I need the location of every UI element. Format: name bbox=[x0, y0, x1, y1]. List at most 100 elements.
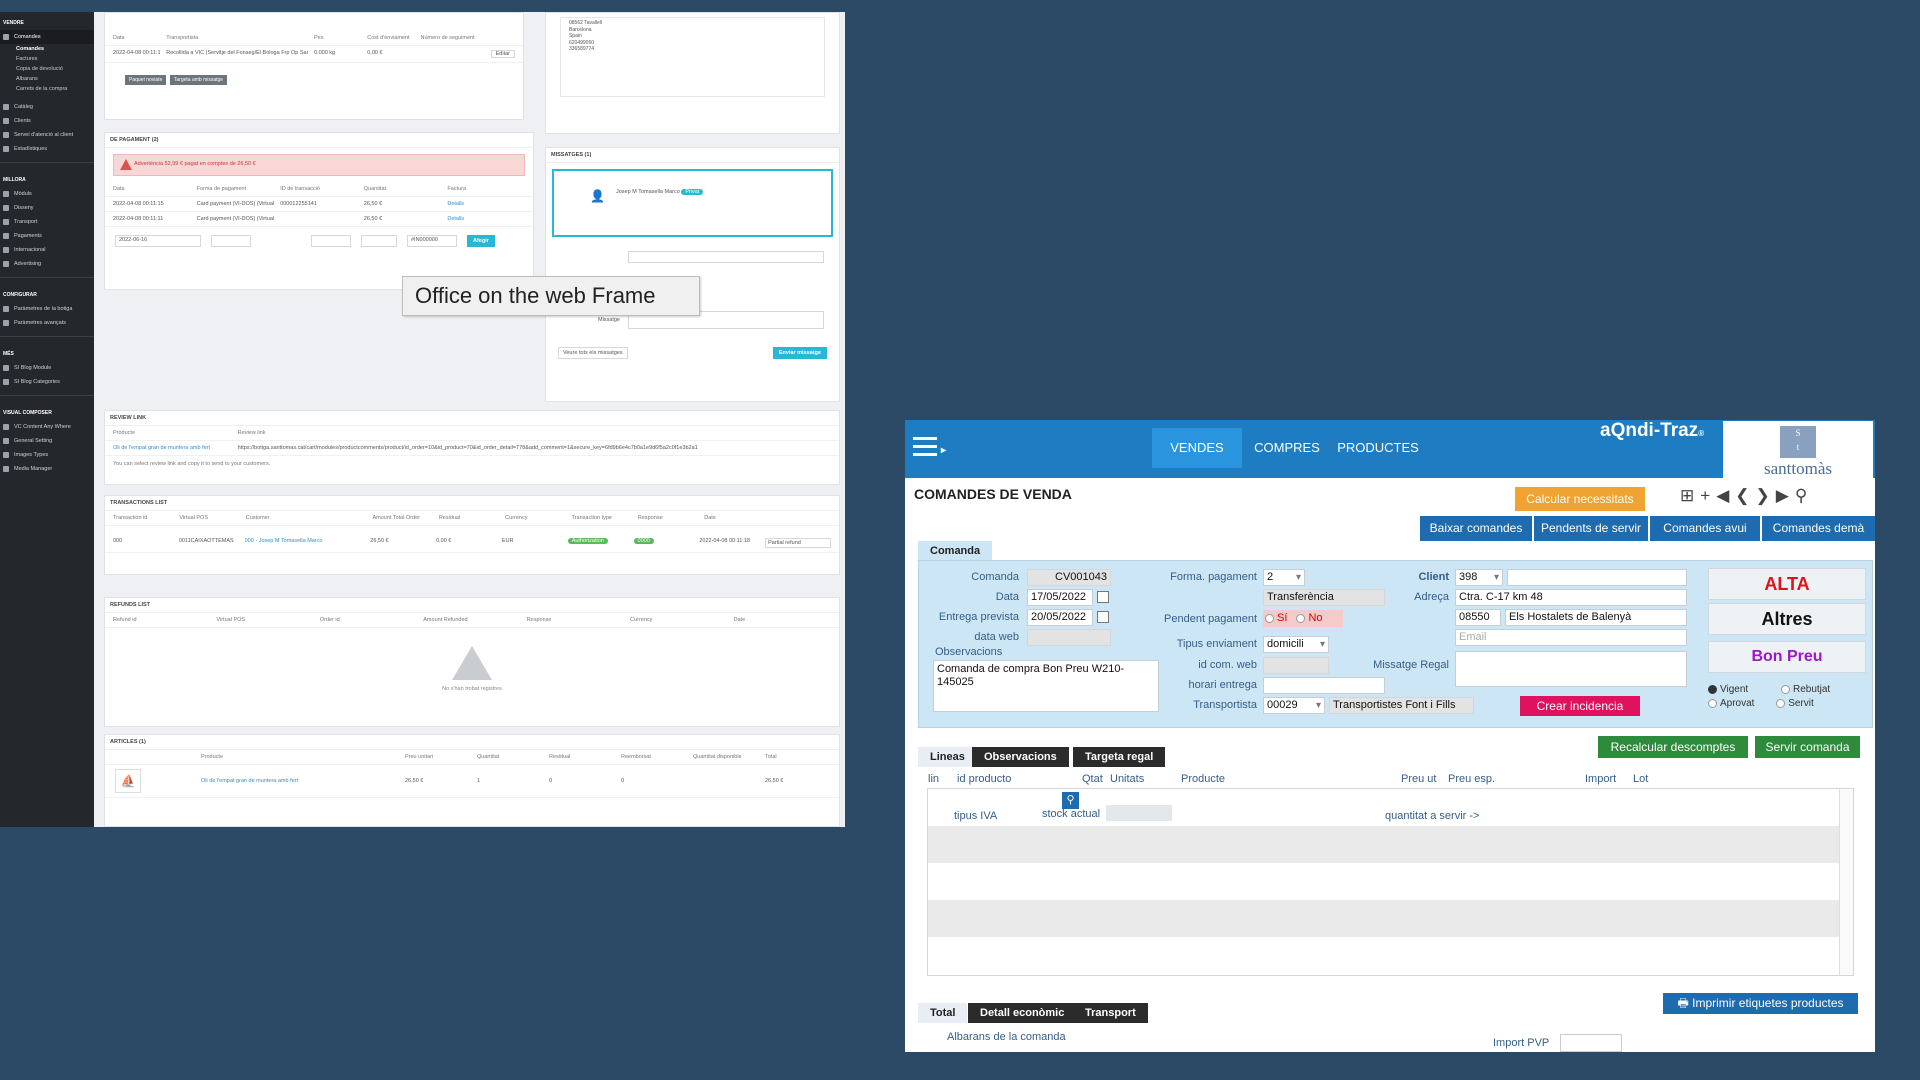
add-icon[interactable]: + bbox=[1700, 486, 1710, 506]
radio-rebutjat[interactable] bbox=[1780, 684, 1790, 694]
message-template-select[interactable] bbox=[628, 251, 824, 263]
invoice-select[interactable]: #IN000000 bbox=[407, 235, 457, 247]
sidebar-item-comandes[interactable]: Comandes bbox=[0, 30, 94, 44]
review-product-link[interactable]: Oli de l'empat gran de muntera amb fert bbox=[113, 445, 232, 451]
sidebar-item-clients[interactable]: Clients bbox=[0, 114, 94, 128]
servir-comanda-button[interactable]: Servir comanda bbox=[1755, 736, 1860, 758]
add-payment-button[interactable]: Afegir bbox=[467, 235, 495, 247]
imprimir-etiquetes-button[interactable]: 🖶 Imprimir etiquetes productes bbox=[1663, 993, 1858, 1014]
next-record-icon[interactable]: ❯ bbox=[1756, 486, 1770, 506]
table-row[interactable]: ⚲ tipus IVA stock actual quantitat a ser… bbox=[928, 789, 1840, 826]
id-com-web-field[interactable] bbox=[1263, 657, 1329, 674]
import-pvp-field[interactable] bbox=[1560, 1034, 1622, 1052]
sidebar-item-estadistiques[interactable]: Estadístiques bbox=[0, 142, 94, 156]
transportista-select[interactable]: 00029 bbox=[1263, 697, 1325, 714]
tab-comanda[interactable]: Comanda bbox=[918, 541, 993, 561]
grid-icon[interactable]: ⊞ bbox=[1680, 486, 1694, 506]
product-link[interactable]: Oli de l'empat gran de muntera amb fert bbox=[201, 778, 399, 784]
tab-total[interactable]: Total bbox=[918, 1003, 968, 1023]
tipus-enviament-select[interactable]: domicili bbox=[1263, 636, 1329, 653]
targeta-button[interactable]: Targeta amb missatge bbox=[169, 75, 228, 85]
nav-vendes[interactable]: VENDES bbox=[1152, 428, 1242, 468]
calcular-necessitats-button[interactable]: Calcular necessitats bbox=[1515, 487, 1645, 511]
email-field[interactable]: Email bbox=[1455, 629, 1687, 646]
sidebar-sub-albarans[interactable]: Albarans bbox=[0, 74, 94, 84]
sidebar-item-parametres-botiga[interactable]: Paràmetres de la botiga bbox=[0, 302, 94, 316]
sidebar-item-parametres-avancats[interactable]: Paràmetres avançats bbox=[0, 316, 94, 330]
sidebar-item-advertising[interactable]: Advertising bbox=[0, 257, 94, 271]
payment-date-input[interactable]: 2022-06-16 bbox=[115, 235, 201, 247]
crear-incidencia-button[interactable]: Crear incidencia bbox=[1520, 696, 1640, 716]
search-product-icon[interactable]: ⚲ bbox=[1062, 792, 1079, 809]
table-row[interactable] bbox=[928, 900, 1840, 937]
sidebar-sub-carrets[interactable]: Carrets de la compra bbox=[0, 84, 94, 94]
client-select[interactable]: 398 bbox=[1455, 569, 1503, 586]
search-icon[interactable]: ⚲ bbox=[1795, 486, 1807, 506]
grid-scrollbar[interactable] bbox=[1839, 789, 1853, 975]
sidebar-item-images-types[interactable]: Images Types bbox=[0, 448, 94, 462]
menu-icon[interactable]: ▸ bbox=[913, 437, 947, 463]
missatge-regal-field[interactable] bbox=[1455, 651, 1687, 687]
last-record-icon[interactable]: ▶ bbox=[1776, 486, 1789, 506]
nav-compres[interactable]: COMPRES bbox=[1247, 428, 1327, 468]
sidebar-item-internacional[interactable]: Internacional bbox=[0, 243, 94, 257]
client-name-field[interactable] bbox=[1507, 569, 1687, 586]
sidebar-item-media-manager[interactable]: Media Manager bbox=[0, 462, 94, 476]
tab-detall-economic[interactable]: Detall econòmic bbox=[968, 1003, 1077, 1023]
radio-aprovat[interactable] bbox=[1708, 698, 1717, 708]
comandes-avui-button[interactable]: Comandes avui bbox=[1650, 516, 1760, 541]
sidebar-item-blog-module[interactable]: SI Blog Module bbox=[0, 361, 94, 375]
transaction-id-input[interactable] bbox=[311, 235, 351, 247]
review-url[interactable]: https://botiga.santtomas.cat/cart/module… bbox=[238, 445, 831, 451]
forma-pagament-select[interactable]: 2 bbox=[1263, 569, 1305, 586]
previous-record-icon[interactable]: ❮ bbox=[1735, 486, 1749, 506]
sidebar-item-servei[interactable]: Servei d'atenció al client bbox=[0, 128, 94, 142]
order-lines-grid[interactable]: ⚲ tipus IVA stock actual quantitat a ser… bbox=[927, 788, 1854, 976]
sidebar-sub-devolucio[interactable]: Copia de devolució bbox=[0, 64, 94, 74]
paquet-button[interactable]: Paquet noviate bbox=[125, 75, 167, 85]
baixar-comandes-button[interactable]: Baixar comandes bbox=[1420, 516, 1532, 541]
radio-servit[interactable] bbox=[1776, 698, 1786, 708]
calendar-icon[interactable] bbox=[1097, 591, 1109, 603]
sidebar-item-transport[interactable]: Transport bbox=[0, 215, 94, 229]
sidebar-item-cataleg[interactable]: Catàleg bbox=[0, 100, 94, 114]
sidebar-sub-comandes[interactable]: Comandes bbox=[0, 44, 94, 54]
adreca-field[interactable]: Ctra. C-17 km 48 bbox=[1455, 589, 1687, 606]
data-field[interactable]: 17/05/2022 bbox=[1027, 589, 1093, 606]
poblacio-field[interactable]: Els Hostalets de Balenyà bbox=[1505, 609, 1687, 626]
tab-transport[interactable]: Transport bbox=[1073, 1003, 1148, 1023]
pendents-servir-button[interactable]: Pendents de servir bbox=[1534, 516, 1648, 541]
edit-shipping-button[interactable]: Editar bbox=[490, 50, 515, 58]
amount-input[interactable] bbox=[361, 235, 397, 247]
send-message-button[interactable]: Enviar missatge bbox=[772, 347, 827, 359]
horari-entrega-field[interactable] bbox=[1263, 677, 1385, 694]
radio-vigent[interactable] bbox=[1708, 684, 1717, 694]
sidebar-item-disseny[interactable]: Disseny bbox=[0, 201, 94, 215]
data-web-field[interactable] bbox=[1027, 629, 1111, 646]
sidebar-item-pagaments[interactable]: Pagaments bbox=[0, 229, 94, 243]
nav-productes[interactable]: PRODUCTES bbox=[1333, 428, 1423, 468]
tab-observacions[interactable]: Observacions bbox=[972, 747, 1069, 767]
refund-type-select[interactable]: Partial refund bbox=[765, 538, 831, 548]
first-record-icon[interactable]: ◀ bbox=[1716, 486, 1729, 506]
table-row[interactable] bbox=[928, 863, 1840, 900]
payment-method-input[interactable] bbox=[211, 235, 251, 247]
observacions-field[interactable]: Comanda de compra Bon Preu W210-145025 bbox=[933, 660, 1159, 712]
recalcular-descomptes-button[interactable]: Recalcular descomptes bbox=[1598, 736, 1748, 758]
codi-postal-field[interactable]: 08550 bbox=[1455, 609, 1501, 626]
table-row[interactable] bbox=[928, 826, 1840, 863]
tab-targeta-regal[interactable]: Targeta regal bbox=[1073, 747, 1166, 767]
payment-details-button[interactable]: Detalls bbox=[447, 201, 525, 207]
sidebar-sub-factures[interactable]: Factures bbox=[0, 54, 94, 64]
sidebar-item-vc-content[interactable]: VC Content Any Where bbox=[0, 420, 94, 434]
sidebar-item-moduls[interactable]: Mòduls bbox=[0, 187, 94, 201]
entrega-field[interactable]: 20/05/2022 bbox=[1027, 609, 1093, 626]
comandes-dema-button[interactable]: Comandes demà bbox=[1762, 516, 1875, 541]
sidebar-item-blog-categories[interactable]: SI Blog Categories bbox=[0, 375, 94, 389]
radio-si[interactable] bbox=[1265, 613, 1274, 623]
customer-link[interactable]: 000 - Josep M Tomasella Marco bbox=[245, 538, 365, 548]
radio-no[interactable] bbox=[1296, 613, 1306, 623]
calendar-icon[interactable] bbox=[1097, 611, 1109, 623]
comanda-field[interactable]: CV001043 bbox=[1027, 569, 1111, 586]
view-all-messages-button[interactable]: Veure tots els missatges bbox=[558, 347, 628, 359]
